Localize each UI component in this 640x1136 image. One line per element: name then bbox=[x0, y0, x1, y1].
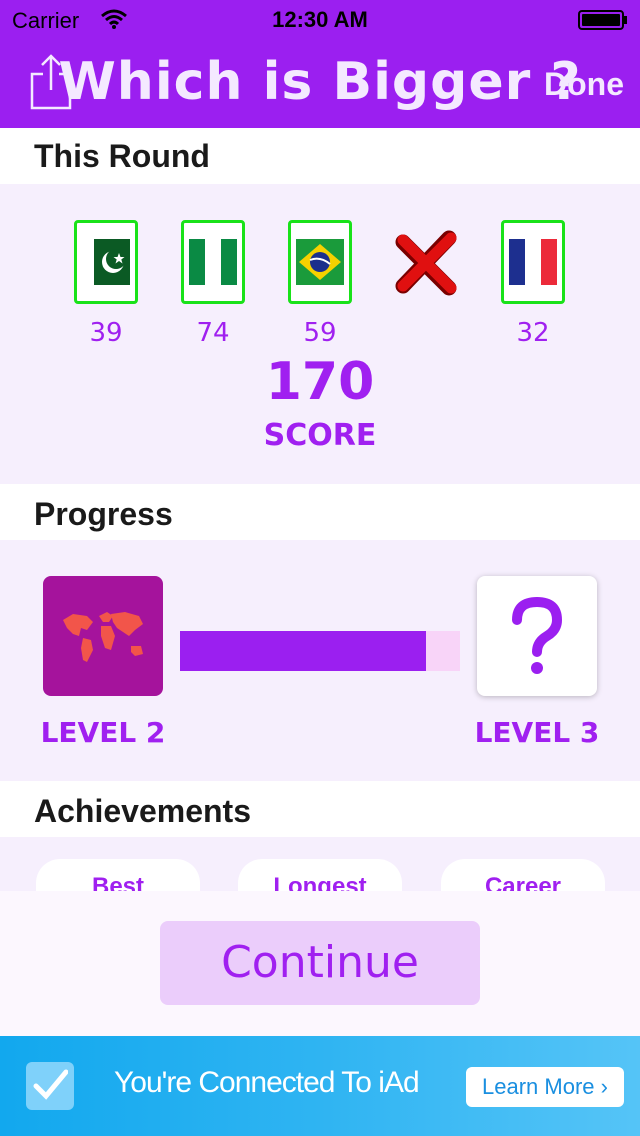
battery-icon bbox=[578, 10, 627, 30]
ad-banner[interactable]: You're Connected To iAd Learn More › bbox=[0, 1036, 640, 1136]
progress-panel: LEVEL 2 LEVEL 3 bbox=[0, 540, 640, 781]
achievements-header: Achievements bbox=[0, 781, 640, 837]
progress-header: Progress bbox=[0, 484, 640, 540]
this-round-panel: 39 74 59 32 170 SCORE bbox=[0, 184, 640, 484]
flag-tile-france bbox=[501, 220, 565, 304]
current-level-label: LEVEL 2 bbox=[40, 716, 166, 749]
question-mark-icon bbox=[512, 596, 563, 674]
level-progress-bar bbox=[180, 631, 460, 671]
flag-value-brazil: 59 bbox=[303, 318, 337, 348]
achievement-card-career[interactable]: Career bbox=[441, 859, 605, 891]
nav-bar: Which is Bigger ? Done bbox=[0, 40, 640, 128]
flag-value-nigeria: 74 bbox=[196, 318, 230, 348]
nigeria-flag-icon bbox=[189, 239, 237, 285]
status-time: 12:30 AM bbox=[272, 7, 368, 32]
flag-tile-nigeria bbox=[181, 220, 245, 304]
round-score-label: SCORE bbox=[263, 418, 377, 453]
ad-checkmark-icon bbox=[26, 1062, 74, 1110]
flag-tile-pakistan bbox=[74, 220, 138, 304]
learn-more-button[interactable]: Learn More › bbox=[466, 1067, 624, 1107]
next-level-tile bbox=[477, 576, 597, 696]
achievements-panel: Best Longest Career bbox=[0, 837, 640, 891]
round-score-value: 170 bbox=[265, 352, 375, 412]
brazil-flag-icon bbox=[296, 239, 344, 285]
ad-text: You're Connected To iAd bbox=[114, 1066, 420, 1099]
done-button[interactable]: Done bbox=[544, 66, 624, 103]
flag-value-france: 32 bbox=[516, 318, 550, 348]
world-map-icon bbox=[63, 612, 143, 662]
this-round-header: This Round bbox=[0, 128, 640, 184]
footer-area: Continue bbox=[0, 891, 640, 1036]
level-progress-fill bbox=[180, 631, 427, 671]
achievement-card-best[interactable]: Best bbox=[36, 859, 200, 891]
next-level-label: LEVEL 3 bbox=[474, 716, 600, 749]
flag-tile-brazil bbox=[288, 220, 352, 304]
achievement-card-longest[interactable]: Longest bbox=[238, 859, 402, 891]
status-bar: Carrier 12:30 AM bbox=[0, 0, 640, 40]
current-level-tile bbox=[43, 576, 163, 696]
pakistan-flag-icon bbox=[82, 239, 130, 285]
france-flag-icon bbox=[509, 239, 557, 285]
wrong-answer-cross-icon bbox=[395, 230, 457, 296]
flag-value-pakistan: 39 bbox=[89, 318, 123, 348]
continue-button[interactable]: Continue bbox=[160, 921, 480, 1005]
